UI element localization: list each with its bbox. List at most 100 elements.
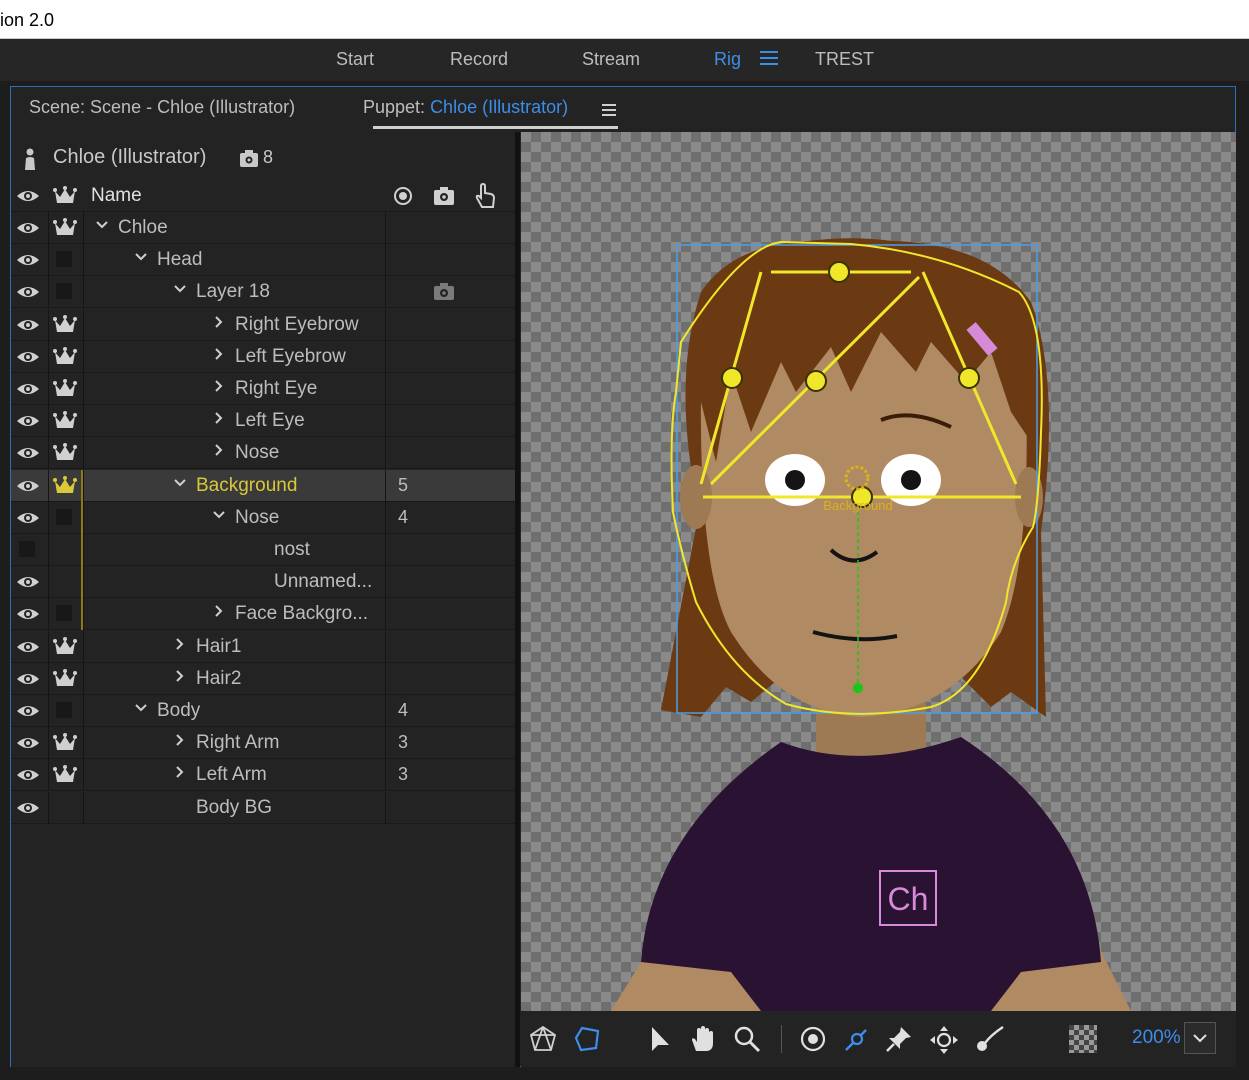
eye-icon[interactable]	[16, 252, 40, 268]
layer-row[interactable]: Head	[11, 244, 515, 277]
chevron-down-icon[interactable]	[134, 250, 148, 267]
stick-brush-icon[interactable]	[975, 1025, 1005, 1053]
outline-tool-icon[interactable]	[573, 1025, 601, 1053]
independent-box[interactable]	[56, 605, 72, 622]
layer-row[interactable]: Nose	[11, 437, 515, 470]
chevron-down-icon[interactable]	[95, 218, 109, 235]
layer-row[interactable]: nost	[11, 534, 515, 566]
layer-row[interactable]: Right Eye	[11, 373, 515, 405]
crown-icon[interactable]	[53, 346, 77, 367]
chevron-right-icon[interactable]	[173, 669, 187, 686]
select-arrow-icon[interactable]	[649, 1025, 673, 1053]
layer-row[interactable]: Unnamed...	[11, 566, 515, 599]
workspace-start[interactable]: Start	[336, 49, 374, 70]
workspace-menu-icon[interactable]	[760, 47, 778, 67]
eye-icon[interactable]	[16, 220, 40, 236]
chevron-right-icon[interactable]	[212, 411, 226, 428]
zoom-level[interactable]: 200%	[1132, 1027, 1181, 1049]
layer-row[interactable]: Hair1	[11, 630, 515, 663]
eye-icon[interactable]	[16, 188, 40, 204]
eye-icon[interactable]	[16, 478, 40, 494]
crown-icon[interactable]	[53, 314, 77, 335]
eye-icon[interactable]	[16, 510, 40, 526]
tab-puppet[interactable]: Puppet: Chloe (Illustrator)	[363, 97, 568, 118]
crown-icon[interactable]	[53, 668, 77, 689]
rig-stage-canvas[interactable]: Ch Background	[521, 132, 1236, 1011]
crown-icon[interactable]	[53, 218, 77, 238]
layer-row[interactable]: Chloe	[11, 212, 515, 244]
layer-row[interactable]: Left Eye	[11, 405, 515, 438]
eye-icon[interactable]	[16, 767, 40, 783]
layer-row[interactable]: Background 5	[11, 469, 515, 502]
layer-row[interactable]: Left Arm 3	[11, 759, 515, 792]
chevron-right-icon[interactable]	[212, 379, 226, 396]
layer-row[interactable]: Body BG	[11, 791, 515, 824]
chevron-right-icon[interactable]	[173, 765, 187, 782]
camera-column-icon[interactable]	[433, 186, 455, 206]
workspace-rig[interactable]: Rig	[714, 49, 741, 70]
crown-icon[interactable]	[53, 443, 77, 463]
pin-icon[interactable]	[885, 1025, 913, 1053]
layer-row[interactable]: Left Eyebrow	[11, 340, 515, 373]
zoom-icon[interactable]	[733, 1025, 761, 1053]
eye-icon[interactable]	[16, 381, 40, 397]
origin-tool-icon[interactable]	[799, 1025, 827, 1053]
camera-icon[interactable]	[433, 283, 455, 301]
layer-row[interactable]: Right Arm 3	[11, 727, 515, 760]
chevron-right-icon[interactable]	[212, 347, 226, 364]
crown-icon[interactable]	[53, 379, 77, 399]
origin-icon[interactable]	[393, 186, 413, 206]
eye-icon[interactable]	[16, 413, 40, 429]
workspace-record[interactable]: Record	[450, 49, 508, 70]
crown-icon[interactable]	[53, 733, 77, 753]
visibility-box[interactable]	[19, 541, 35, 557]
tab-scene[interactable]: Scene: Scene - Chloe (Illustrator)	[29, 97, 295, 118]
eye-icon[interactable]	[16, 800, 40, 816]
move-tool-icon[interactable]	[929, 1025, 959, 1055]
layer-row[interactable]: Right Eyebrow	[11, 308, 515, 341]
independent-box[interactable]	[56, 702, 72, 718]
hand-pointer-icon[interactable]	[473, 183, 497, 209]
eye-icon[interactable]	[16, 735, 40, 751]
chevron-down-icon[interactable]	[173, 282, 187, 299]
transparency-grid-icon[interactable]	[1069, 1025, 1097, 1053]
independent-box[interactable]	[56, 508, 72, 525]
workspace-trest[interactable]: TREST	[815, 49, 874, 70]
layer-row[interactable]: Layer 18	[11, 276, 515, 309]
eye-icon[interactable]	[16, 317, 40, 333]
panel-menu-icon[interactable]	[602, 101, 616, 119]
chevron-right-icon[interactable]	[212, 604, 226, 621]
chevron-right-icon[interactable]	[173, 637, 187, 654]
chevron-right-icon[interactable]	[173, 733, 187, 750]
eye-icon[interactable]	[16, 639, 40, 655]
layer-row[interactable]: Nose 4	[11, 501, 515, 534]
crown-icon[interactable]	[53, 186, 77, 206]
eye-icon[interactable]	[16, 574, 40, 590]
eye-icon[interactable]	[16, 284, 40, 300]
handle-tool-icon[interactable]	[843, 1025, 871, 1053]
eye-icon[interactable]	[16, 606, 40, 622]
panel-splitter[interactable]	[515, 132, 520, 1067]
crown-icon[interactable]	[53, 475, 77, 496]
chevron-right-icon[interactable]	[212, 315, 226, 332]
crown-icon[interactable]	[53, 636, 77, 657]
chevron-down-icon[interactable]	[212, 508, 226, 525]
chevron-right-icon[interactable]	[212, 443, 226, 460]
workspace-stream[interactable]: Stream	[582, 49, 640, 70]
independent-box[interactable]	[56, 251, 72, 268]
chevron-down-icon[interactable]	[134, 701, 148, 718]
zoom-dropdown[interactable]	[1184, 1022, 1216, 1054]
crown-icon[interactable]	[53, 765, 77, 785]
dangle-handle[interactable]	[853, 683, 863, 693]
eye-icon[interactable]	[16, 671, 40, 687]
eye-icon[interactable]	[16, 445, 40, 461]
crown-icon[interactable]	[53, 411, 77, 431]
layer-row[interactable]: Hair2	[11, 662, 515, 695]
eye-icon[interactable]	[16, 703, 40, 719]
chevron-down-icon[interactable]	[173, 476, 187, 493]
hand-icon[interactable]	[689, 1025, 717, 1053]
mesh-tool-icon[interactable]	[529, 1025, 557, 1053]
eye-icon[interactable]	[16, 349, 40, 365]
independent-box[interactable]	[56, 283, 72, 300]
layer-row[interactable]: Face Backgro...	[11, 598, 515, 631]
